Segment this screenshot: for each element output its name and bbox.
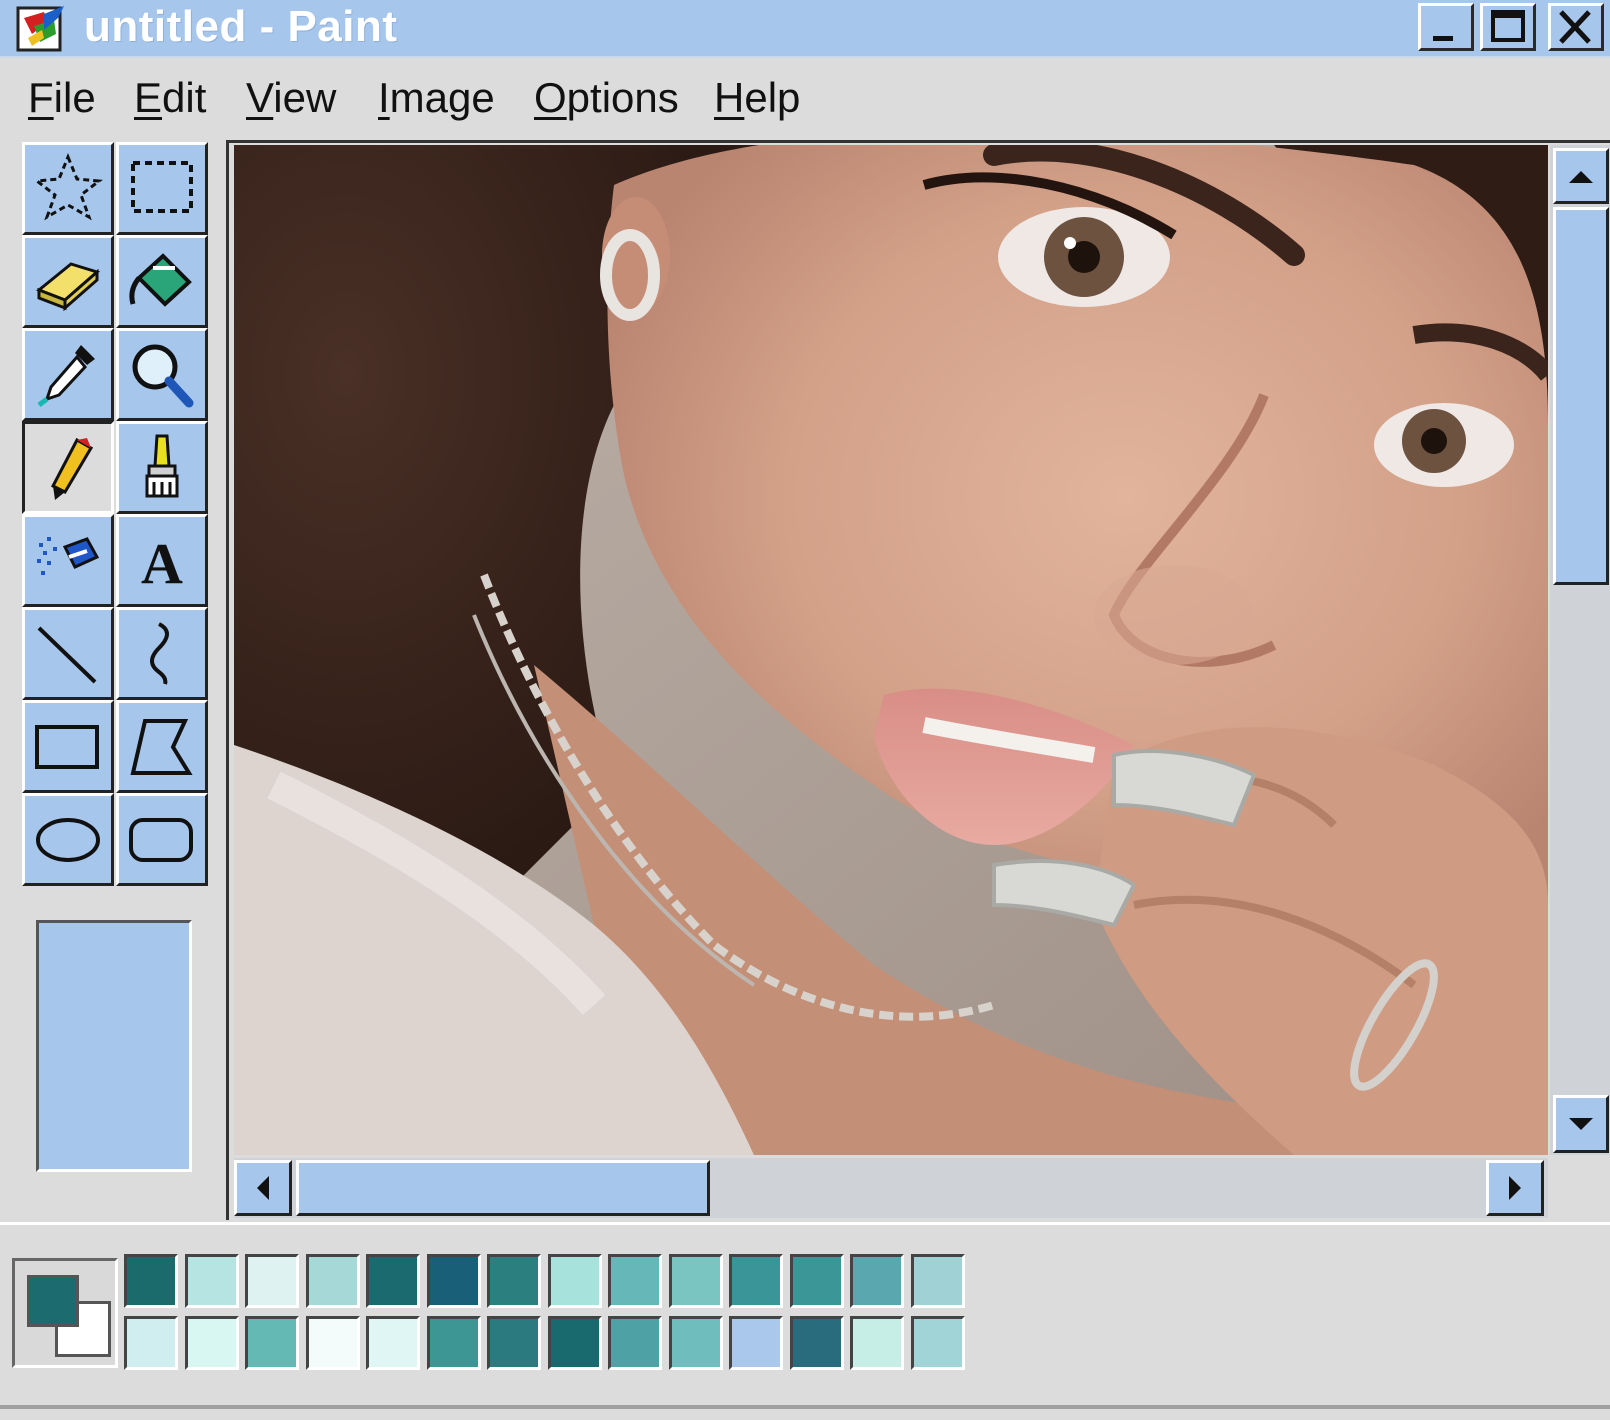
- magnifier-icon: [132, 344, 194, 408]
- tool-line[interactable]: [22, 607, 114, 700]
- tool-rounded-rectangle[interactable]: [116, 793, 208, 886]
- scroll-down-button[interactable]: [1553, 1095, 1609, 1153]
- airbrush-icon: [37, 537, 100, 575]
- tool-magnifier[interactable]: [116, 328, 208, 421]
- text-icon: A: [141, 531, 183, 596]
- palette-swatch[interactable]: [729, 1254, 783, 1308]
- vertical-scrollbar[interactable]: [1550, 145, 1610, 1155]
- palette-swatch[interactable]: [245, 1254, 299, 1308]
- palette-swatch[interactable]: [185, 1316, 239, 1370]
- palette-swatch[interactable]: [850, 1254, 904, 1308]
- close-icon: [1559, 10, 1591, 44]
- ellipse-icon: [36, 818, 100, 862]
- tool-pencil[interactable]: [22, 421, 114, 514]
- palette-swatch[interactable]: [245, 1316, 299, 1370]
- tool-curve[interactable]: [116, 607, 208, 700]
- menu-edit[interactable]: Edit: [134, 72, 206, 124]
- palette-swatch[interactable]: [608, 1316, 662, 1370]
- tool-ellipse[interactable]: [22, 793, 114, 886]
- palette-swatch[interactable]: [669, 1254, 723, 1308]
- tool-pick-color[interactable]: [22, 328, 114, 421]
- svg-text:A: A: [141, 531, 183, 596]
- tool-text[interactable]: A: [116, 514, 208, 607]
- palette-swatch[interactable]: [729, 1316, 783, 1370]
- current-colors-indicator: [12, 1258, 118, 1368]
- palette-swatch[interactable]: [850, 1316, 904, 1370]
- canvas-photo: [234, 145, 1548, 1155]
- color-palette: [124, 1254, 994, 1378]
- palette-swatch[interactable]: [608, 1254, 662, 1308]
- eyedropper-icon: [37, 345, 95, 407]
- tool-rectangle[interactable]: [22, 700, 114, 793]
- arrow-right-icon: [1509, 1176, 1521, 1200]
- scroll-right-button[interactable]: [1486, 1160, 1544, 1216]
- eraser-icon: [36, 262, 101, 312]
- palette-swatch[interactable]: [427, 1316, 481, 1370]
- paint-bucket-icon: [129, 253, 192, 307]
- arrow-up-icon: [1569, 171, 1593, 183]
- palette-swatch[interactable]: [911, 1316, 965, 1370]
- close-button[interactable]: [1548, 3, 1604, 51]
- polygon-icon: [130, 719, 193, 775]
- menu-image[interactable]: Image: [378, 72, 495, 124]
- palette-swatch[interactable]: [669, 1316, 723, 1370]
- menu-file[interactable]: File: [28, 72, 96, 124]
- line-icon: [37, 626, 97, 684]
- title-bar[interactable]: untitled - Paint: [0, 0, 1610, 58]
- palette-swatch[interactable]: [911, 1254, 965, 1308]
- palette-swatch[interactable]: [124, 1316, 178, 1370]
- palette-swatch[interactable]: [790, 1254, 844, 1308]
- rectangle-icon: [35, 725, 99, 769]
- tool-brush[interactable]: [116, 421, 208, 514]
- tool-rect-select[interactable]: [116, 142, 208, 235]
- horizontal-scrollbar[interactable]: [234, 1158, 1548, 1218]
- palette-swatch[interactable]: [790, 1316, 844, 1370]
- palette-swatch[interactable]: [487, 1316, 541, 1370]
- brush-icon: [145, 434, 179, 498]
- maximize-button[interactable]: [1480, 3, 1536, 51]
- minimize-button[interactable]: [1418, 3, 1474, 51]
- menu-help[interactable]: Help: [714, 72, 800, 124]
- arrow-down-icon: [1569, 1118, 1593, 1130]
- menu-options[interactable]: Options: [534, 72, 679, 124]
- palette-swatch[interactable]: [548, 1316, 602, 1370]
- palette-swatch[interactable]: [487, 1254, 541, 1308]
- palette-swatch[interactable]: [185, 1254, 239, 1308]
- pencil-icon: [50, 437, 94, 500]
- palette-swatch[interactable]: [427, 1254, 481, 1308]
- scroll-up-button[interactable]: [1553, 148, 1609, 204]
- menu-view[interactable]: View: [246, 72, 336, 124]
- tool-polygon[interactable]: [116, 700, 208, 793]
- palette-swatch[interactable]: [306, 1316, 360, 1370]
- window-title: untitled - Paint: [84, 2, 398, 51]
- tool-free-form-select[interactable]: [22, 142, 114, 235]
- rect-select-icon: [131, 161, 193, 213]
- tool-fill[interactable]: [116, 235, 208, 328]
- foreground-color-swatch: [27, 1275, 79, 1327]
- vertical-scroll-thumb[interactable]: [1553, 207, 1609, 585]
- tool-airbrush[interactable]: [22, 514, 114, 607]
- drawing-canvas[interactable]: [234, 145, 1548, 1155]
- palette-swatch[interactable]: [366, 1316, 420, 1370]
- palette-swatch[interactable]: [306, 1254, 360, 1308]
- menu-bar: File Edit View Image Options Help: [0, 58, 1610, 138]
- tool-eraser[interactable]: [22, 235, 114, 328]
- palette-swatch[interactable]: [366, 1254, 420, 1308]
- palette-swatch[interactable]: [548, 1254, 602, 1308]
- palette-swatch[interactable]: [124, 1254, 178, 1308]
- rounded-rectangle-icon: [129, 818, 193, 862]
- status-bar-edge: [0, 1405, 1610, 1409]
- horizontal-scroll-thumb[interactable]: [296, 1160, 710, 1216]
- tool-options-box[interactable]: [36, 920, 192, 1172]
- maximize-icon: [1491, 10, 1525, 42]
- curve-icon: [150, 622, 169, 685]
- paint-app-icon[interactable]: [14, 4, 70, 54]
- star-select-icon: [33, 153, 103, 221]
- arrow-left-icon: [257, 1176, 269, 1200]
- scroll-left-button[interactable]: [234, 1160, 292, 1216]
- minimize-icon: [1433, 36, 1453, 41]
